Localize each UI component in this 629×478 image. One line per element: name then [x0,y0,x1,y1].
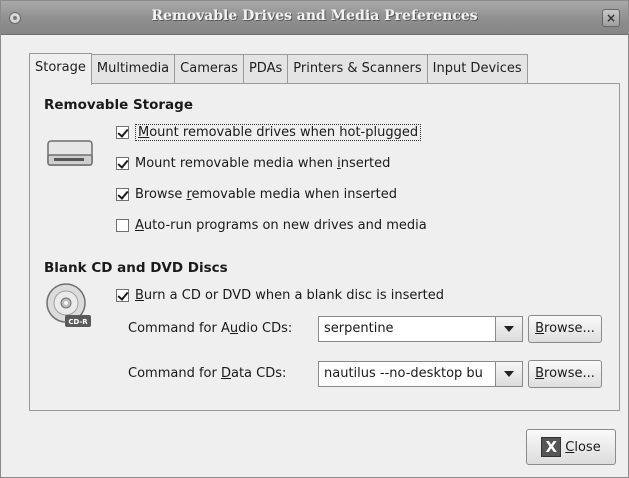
tab-pdas[interactable]: PDAs [242,54,289,84]
storage-panel: Removable Storage Mount removable drives… [29,83,620,411]
tab-storage[interactable]: Storage [29,53,92,85]
burn-disc-checkbox[interactable] [116,288,129,302]
data-cd-command-combo[interactable]: nautilus --no-desktop bu [318,361,523,387]
mount-media-checkbox[interactable] [116,156,129,170]
mount-drives-label: Mount removable drives when hot-plugged [135,123,422,141]
mount-drives-checkbox[interactable] [116,125,129,139]
tab-cameras[interactable]: Cameras [174,54,244,84]
mount-drives-checkbox-row[interactable]: Mount removable drives when hot-plugged [116,122,422,142]
audio-cd-command-label: Command for Audio CDs: [128,321,293,336]
cd-r-icon: CD-R [46,283,91,327]
burn-disc-checkbox-row[interactable]: Burn a CD or DVD when a blank disc is in… [116,285,444,305]
close-button[interactable]: X Close [526,429,616,465]
window-title: Removable Drives and Media Preferences [151,8,478,24]
tab-bar: Storage Multimedia Cameras PDAs Printers… [29,53,528,85]
autorun-checkbox[interactable] [116,218,129,232]
data-cd-command-value[interactable]: nautilus --no-desktop bu [319,362,495,386]
removable-drive-icon [47,140,93,166]
mount-media-checkbox-row[interactable]: Mount removable media when inserted [116,153,390,173]
title-bar[interactable]: Removable Drives and Media Preferences × [1,1,628,35]
audio-cd-command-combo[interactable]: serpentine [318,316,523,342]
autorun-checkbox-row[interactable]: Auto-run programs on new drives and medi… [116,215,427,235]
blank-discs-heading: Blank CD and DVD Discs [44,260,228,276]
autorun-label: Auto-run programs on new drives and medi… [135,217,427,233]
data-cd-command-label: Command for Data CDs: [128,366,287,381]
removable-storage-heading: Removable Storage [44,97,193,113]
burn-disc-label: Burn a CD or DVD when a blank disc is in… [135,287,445,303]
tab-input-devices[interactable]: Input Devices [426,54,528,84]
data-browse-button[interactable]: Browse... [528,360,602,388]
audio-browse-button[interactable]: Browse... [528,315,602,343]
close-icon: X [541,437,562,457]
data-cd-dropdown-icon[interactable] [495,362,522,386]
audio-cd-dropdown-icon[interactable] [495,317,522,341]
tab-printers-scanners[interactable]: Printers & Scanners [287,54,428,84]
browse-media-label: Browse removable media when inserted [135,186,397,202]
mount-media-label: Mount removable media when inserted [135,155,391,171]
preferences-window: Removable Drives and Media Preferences ×… [0,0,629,478]
browse-media-checkbox-row[interactable]: Browse removable media when inserted [116,184,397,204]
tab-multimedia[interactable]: Multimedia [90,54,176,84]
cd-r-badge: CD-R [68,318,88,326]
close-button-label: Close [565,439,601,455]
browse-media-checkbox[interactable] [116,187,129,201]
window-close-icon[interactable]: × [602,9,620,27]
audio-cd-command-value[interactable]: serpentine [319,317,495,341]
